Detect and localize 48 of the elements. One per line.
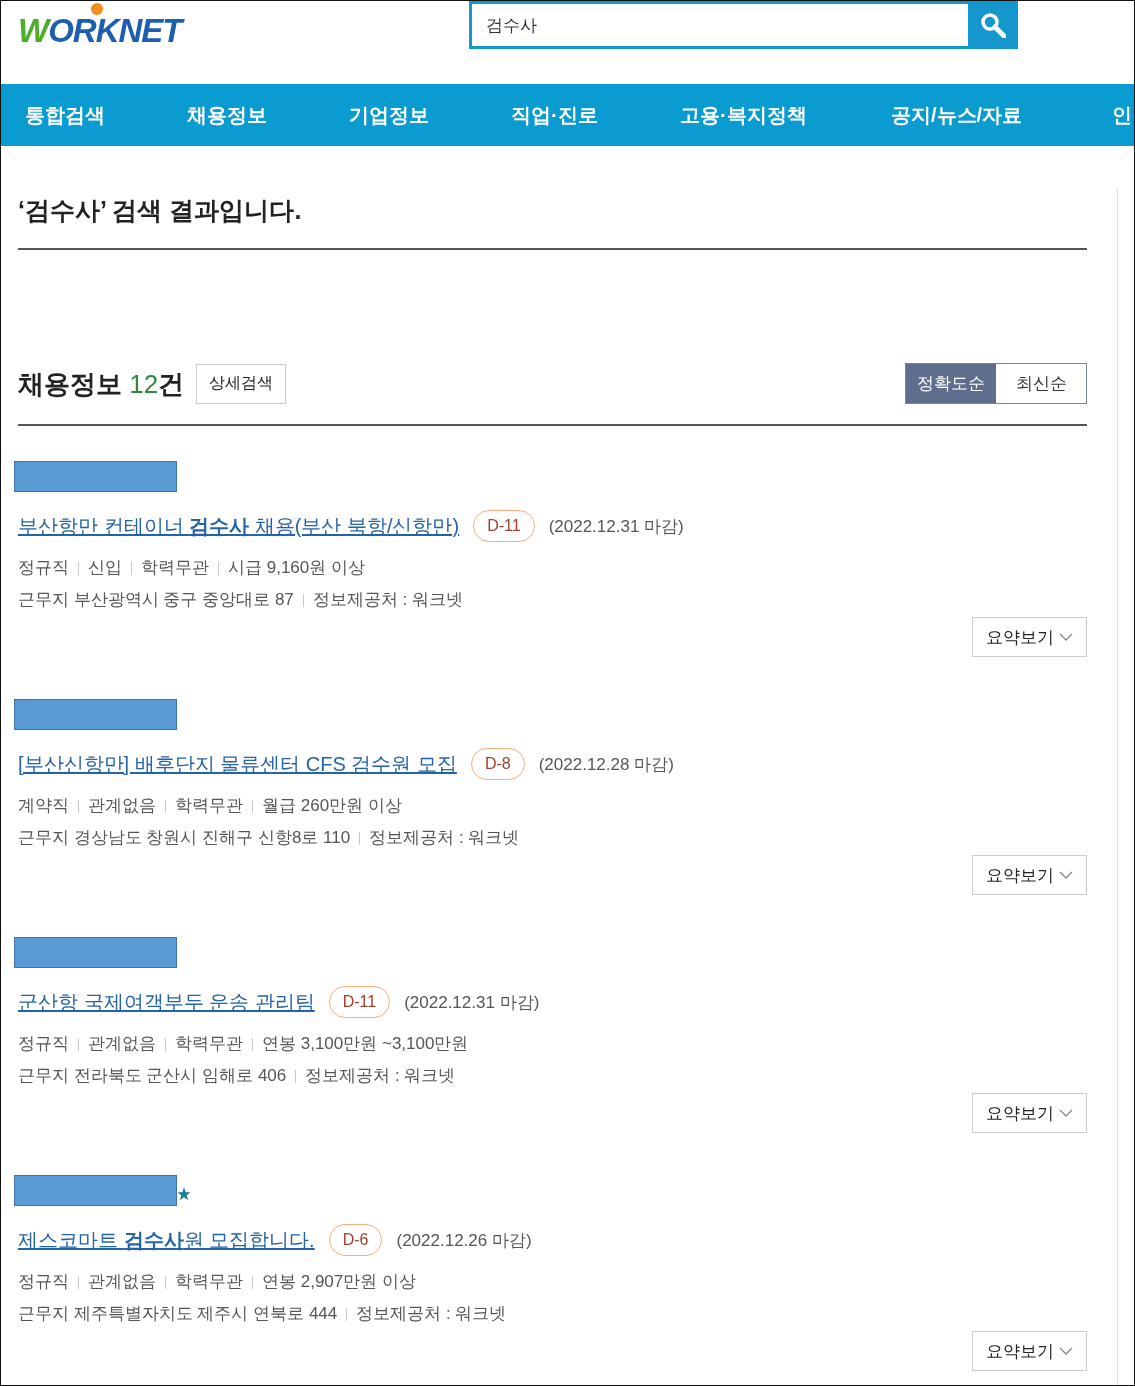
search-icon (980, 12, 1006, 38)
deadline-text: (2022.12.28 마감) (538, 753, 674, 776)
summary-button[interactable]: 요약보기 (972, 1093, 1087, 1133)
deadline-text: (2022.12.26 마감) (396, 1229, 532, 1252)
job-condition: 신입 (88, 557, 122, 579)
chevron-down-icon (1059, 1109, 1073, 1117)
job-condition: 시급 9,160원 이상 (228, 557, 365, 579)
section-heading: 채용정보 12건 (18, 367, 185, 401)
chevron-down-icon (1059, 871, 1073, 879)
job-condition: 학력무관 (141, 557, 209, 579)
job-condition: 월급 260만원 이상 (262, 795, 402, 817)
search-field[interactable]: 검수사 (469, 1, 968, 49)
chevron-down-icon (1059, 1347, 1073, 1355)
summary-button[interactable]: 요약보기 (972, 1331, 1087, 1371)
job-condition: 계약직 (18, 795, 69, 817)
job-condition: 학력무관 (175, 1271, 243, 1293)
summary-button[interactable]: 요약보기 (972, 617, 1087, 657)
job-condition: 연봉 3,100만원 ~3,100만원 (262, 1033, 469, 1055)
chevron-down-icon (1059, 633, 1073, 641)
detail-search-button[interactable]: 상세검색 (196, 363, 287, 404)
job-detail: 정보제공처 : 워크넷 (312, 589, 463, 611)
job-detail: 정보제공처 : 워크넷 (305, 1065, 456, 1087)
job-title-link[interactable]: 군산항 국제여객부두 운송 관리팀 (18, 988, 315, 1016)
logo-dot-icon (91, 3, 103, 15)
sort-tab[interactable]: 정확도순 (906, 364, 996, 403)
deadline-text: (2022.12.31 마감) (404, 991, 540, 1014)
job-condition: 관계없음 (88, 1033, 156, 1055)
job-condition: 관계없음 (88, 795, 156, 817)
job-condition: 정규직 (18, 1033, 69, 1055)
job-condition: 정규직 (18, 1271, 69, 1293)
job-detail: 정보제공처 : 워크넷 (369, 827, 520, 849)
job-title-link[interactable]: 부산항만 컨테이너 검수사 채용(부산 북항/신항만) (18, 512, 460, 540)
job-title-link[interactable]: [부산신항만] 배후단지 물류센터 CFS 검수원 모집 (18, 750, 457, 778)
job-detail: 근무지 부산광역시 중구 중앙대로 87 (18, 589, 294, 611)
job-condition: 연봉 2,907만원 이상 (262, 1271, 416, 1293)
job-title-link[interactable]: 제스코마트 검수사원 모집합니다. (18, 1226, 315, 1254)
summary-button[interactable]: 요약보기 (972, 855, 1087, 895)
job-detail: 근무지 제주특별자치도 제주시 연북로 444 (18, 1303, 338, 1325)
job-detail: 근무지 경상남도 창원시 진해구 신항8로 110 (18, 827, 351, 849)
job-detail: 근무지 전라북도 군산시 임해로 406 (18, 1065, 287, 1087)
job-condition: 정규직 (18, 557, 69, 579)
search-button[interactable] (968, 1, 1018, 49)
job-condition: 학력무관 (175, 795, 243, 817)
job-condition: 관계없음 (88, 1271, 156, 1293)
job-condition: 학력무관 (175, 1033, 243, 1055)
deadline-text: (2022.12.31 마감) (548, 515, 684, 538)
result-heading: ‘검수사’ 검색 결과입니다. (18, 195, 303, 226)
job-detail: 정보제공처 : 워크넷 (356, 1303, 507, 1325)
